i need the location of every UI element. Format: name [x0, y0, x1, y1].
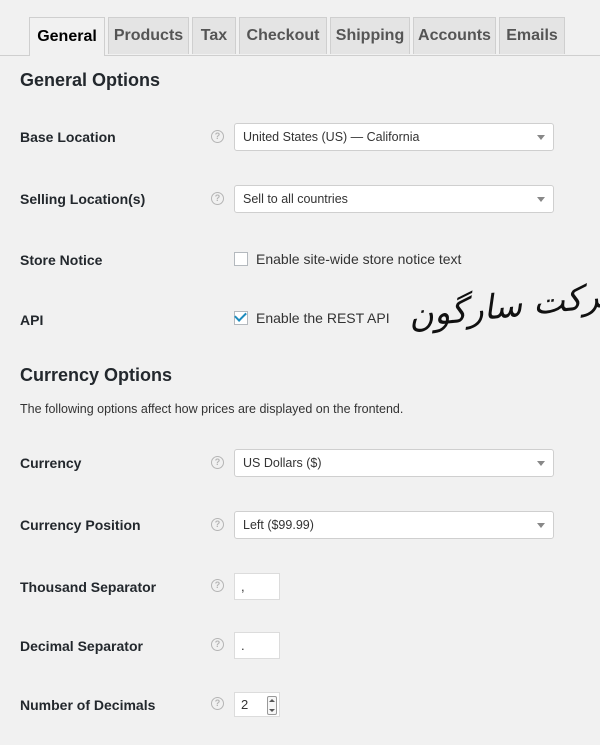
currency-position-label: Currency Position — [20, 517, 141, 533]
help-question-icon[interactable]: ? — [211, 697, 224, 710]
tab-accounts[interactable]: Accounts — [413, 17, 496, 54]
decimal-separator-label: Decimal Separator — [20, 638, 143, 654]
tab-shipping[interactable]: Shipping — [330, 17, 410, 54]
store-notice-option: Enable site-wide store notice text — [234, 251, 461, 267]
currency-position-value: Left ($99.99) — [243, 518, 314, 532]
help-question-icon[interactable]: ? — [211, 130, 224, 143]
help-question-icon[interactable]: ? — [211, 638, 224, 651]
chevron-down-icon — [537, 461, 545, 466]
base-location-label: Base Location — [20, 129, 116, 145]
number-of-decimals-value: 2 — [241, 697, 249, 712]
number-of-decimals-input[interactable]: 2 — [234, 692, 280, 717]
general-options-title: General Options — [20, 70, 161, 90]
currency-options-description: The following options affect how prices … — [20, 402, 404, 416]
selling-locations-value: Sell to all countries — [243, 192, 348, 206]
chevron-down-icon — [537, 197, 545, 202]
store-notice-label: Store Notice — [20, 252, 103, 268]
api-option: Enable the REST API — [234, 309, 390, 326]
currency-options-title: Currency Options — [20, 365, 173, 385]
help-question-icon[interactable]: ? — [211, 192, 224, 205]
store-notice-checkbox[interactable] — [234, 252, 248, 266]
help-question-icon[interactable]: ? — [211, 579, 224, 592]
currency-select[interactable]: US Dollars ($) — [234, 449, 554, 477]
base-location-value: United States (US) — California — [243, 130, 420, 144]
thousand-separator-input[interactable]: , — [234, 573, 280, 600]
chevron-down-icon — [537, 135, 545, 140]
store-notice-checkbox-label: Enable site-wide store notice text — [256, 251, 462, 267]
tab-tax[interactable]: Tax — [192, 17, 236, 54]
currency-label: Currency — [20, 455, 82, 471]
selling-locations-select[interactable]: Sell to all countries — [234, 185, 554, 213]
selling-locations-label: Selling Location(s) — [20, 191, 146, 207]
chevron-down-icon — [537, 523, 545, 528]
spinner-icon[interactable] — [267, 696, 277, 715]
settings-tabs: General Products Tax Checkout Shipping A… — [0, 0, 600, 56]
number-of-decimals-label: Number of Decimals — [20, 697, 156, 713]
tab-products[interactable]: Products — [108, 17, 189, 54]
checkmark-icon — [234, 309, 247, 322]
tab-checkout[interactable]: Checkout — [239, 17, 327, 54]
base-location-select[interactable]: United States (US) — California — [234, 123, 554, 151]
company-watermark: شرکت سارگون — [406, 273, 600, 337]
currency-position-select[interactable]: Left ($99.99) — [234, 511, 554, 539]
help-question-icon[interactable]: ? — [211, 456, 224, 469]
tab-emails[interactable]: Emails — [499, 17, 565, 54]
thousand-separator-label: Thousand Separator — [20, 579, 157, 595]
help-question-icon[interactable]: ? — [211, 518, 224, 531]
decimal-separator-input[interactable]: . — [234, 632, 280, 659]
api-checkbox[interactable] — [234, 309, 248, 325]
api-checkbox-label: Enable the REST API — [256, 310, 390, 326]
currency-value: US Dollars ($) — [243, 456, 322, 470]
api-label: API — [20, 312, 44, 328]
tab-general[interactable]: General — [29, 17, 105, 56]
